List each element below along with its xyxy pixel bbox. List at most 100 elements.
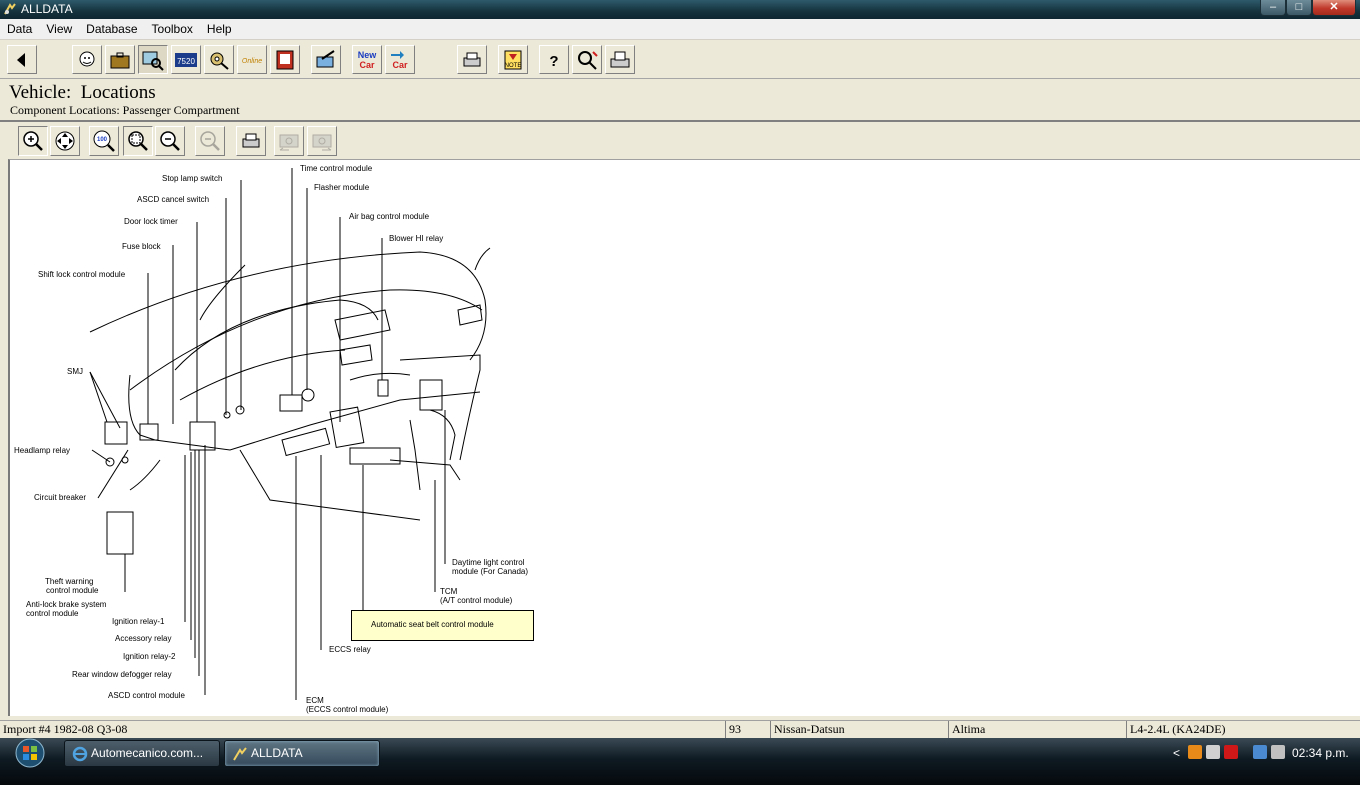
clock[interactable]: 02:34 p.m. xyxy=(1292,746,1349,760)
page-subtitle: Component Locations: Passenger Compartme… xyxy=(10,103,240,117)
note-icon: NOTE xyxy=(504,50,522,69)
tray-expand-icon[interactable]: < xyxy=(1173,746,1180,760)
page-title-prefix: Vehicle: xyxy=(9,82,72,103)
menu-help[interactable]: Help xyxy=(200,22,239,36)
label-abs-2: control module xyxy=(26,609,79,618)
restore-button[interactable]: □ xyxy=(1286,0,1312,16)
label-ignition-relay-2: Ignition relay-2 xyxy=(123,652,176,661)
label-eccs-relay: ECCS relay xyxy=(329,645,371,654)
return-car-button[interactable]: Car xyxy=(385,45,415,74)
menu-data[interactable]: Data xyxy=(0,22,39,36)
label-ascd-control-module: ASCD control module xyxy=(108,691,185,700)
next-image-button[interactable] xyxy=(307,126,337,156)
taskbar-item-label: Automecanico.com... xyxy=(91,746,204,760)
taskbar-item-browser[interactable]: Automecanico.com... xyxy=(64,740,220,767)
alldata-app-icon xyxy=(4,3,16,15)
tsb-button[interactable]: 7520 xyxy=(171,45,201,74)
new-car-top-label: New xyxy=(358,50,378,60)
book-button[interactable] xyxy=(270,45,300,74)
internet-explorer-icon xyxy=(72,746,88,762)
label-blower-hi-relay: Blower HI relay xyxy=(389,234,444,243)
alldata-window: ALLDATA – □ ✕ Data View Database Toolbox… xyxy=(0,0,1360,785)
online-button[interactable]: Online xyxy=(237,45,267,74)
highlighted-callout[interactable]: Automatic seat belt control module xyxy=(351,610,534,641)
status-model: Altima xyxy=(948,721,1126,739)
minimize-button[interactable]: – xyxy=(1260,0,1286,16)
prev-image-button[interactable] xyxy=(274,126,304,156)
new-car-button[interactable]: New Car xyxy=(352,45,382,74)
specifications-button[interactable] xyxy=(204,45,234,74)
label-theft-warning-1: Theft warning xyxy=(45,577,94,586)
menu-bar: Data View Database Toolbox Help xyxy=(0,19,1360,40)
pan-button[interactable] xyxy=(50,126,80,156)
title-bar: ALLDATA – □ ✕ xyxy=(0,0,1360,19)
zoom-fit-icon xyxy=(128,131,148,151)
close-button[interactable]: ✕ xyxy=(1312,0,1356,16)
printer-icon xyxy=(463,52,481,66)
volume-icon[interactable] xyxy=(1271,745,1285,759)
network-icon[interactable] xyxy=(1253,745,1267,759)
menu-toolbox[interactable]: Toolbox xyxy=(145,22,200,36)
status-import: Import #4 1982-08 Q3-08 xyxy=(3,722,128,736)
image-toolbar: 100 xyxy=(8,124,1360,159)
locate-icon xyxy=(142,51,164,71)
status-bar: Import #4 1982-08 Q3-08 93 Nissan-Datsun… xyxy=(0,720,1360,739)
menu-database[interactable]: Database xyxy=(79,22,144,36)
meter-pen-icon xyxy=(316,49,335,67)
label-smj: SMJ xyxy=(67,367,83,376)
diagram-viewport[interactable]: Time control module Stop lamp switch Fla… xyxy=(8,159,1360,716)
image-print-button[interactable] xyxy=(236,126,266,156)
help-button[interactable]: ? xyxy=(539,45,569,74)
label-shift-lock-control-module: Shift lock control module xyxy=(38,270,126,279)
label-flasher-module: Flasher module xyxy=(314,183,370,192)
start-button[interactable] xyxy=(9,738,51,769)
taskbar-item-alldata[interactable]: ALLDATA xyxy=(224,740,380,767)
vehicle-id-button[interactable] xyxy=(72,45,102,74)
help-icon: ? xyxy=(549,53,558,70)
label-headlamp-relay: Headlamp relay xyxy=(14,446,71,455)
taskbar-item-label: ALLDATA xyxy=(251,746,303,760)
fax-button[interactable] xyxy=(605,45,635,74)
label-ecm-2: (ECCS control module) xyxy=(306,705,389,714)
zoom-out-icon xyxy=(160,131,180,151)
status-engine: L4-2.4L (KA24DE) xyxy=(1126,721,1360,739)
zoom-fit-button[interactable] xyxy=(123,126,153,156)
zoom-out-disabled-button[interactable] xyxy=(195,126,225,156)
online-label: Online xyxy=(242,58,262,65)
zoom-100-button[interactable]: 100 xyxy=(89,126,119,156)
component-locations-button[interactable] xyxy=(138,45,168,74)
window-controls: – □ ✕ xyxy=(1260,0,1356,17)
menu-view[interactable]: View xyxy=(39,22,79,36)
label-tcm-2: (A/T control module) xyxy=(440,596,513,605)
tsb-label: 7520 xyxy=(177,57,195,66)
note-button[interactable]: NOTE xyxy=(498,45,528,74)
users-icon[interactable] xyxy=(1206,745,1220,759)
label-fuse-block: Fuse block xyxy=(122,242,161,251)
toolbox-icon xyxy=(110,52,130,68)
zoom-out-button[interactable] xyxy=(155,126,185,156)
tsb-7520-icon: 7520 xyxy=(175,52,197,67)
toolbox-button[interactable] xyxy=(105,45,135,74)
label-abs-1: Anti-lock brake system xyxy=(26,600,107,609)
label-ascd-cancel-switch: ASCD cancel switch xyxy=(137,195,210,204)
back-button[interactable] xyxy=(7,45,37,74)
search-icon xyxy=(578,50,598,70)
window-title: ALLDATA xyxy=(21,2,73,16)
alldata-app-icon xyxy=(233,747,247,761)
java-icon[interactable] xyxy=(1188,745,1202,759)
label-accessory-relay: Accessory relay xyxy=(115,634,172,643)
label-daytime-light-1: Daytime light control xyxy=(452,558,525,567)
label-automatic-seat-belt-control-module: Automatic seat belt control module xyxy=(371,620,494,629)
status-code: 93 xyxy=(725,721,770,739)
label-ecm-1: ECM xyxy=(306,696,324,705)
label-theft-warning-2: control module xyxy=(46,586,99,595)
label-rear-window-defogger-relay: Rear window defogger relay xyxy=(72,670,172,679)
print-button[interactable] xyxy=(457,45,487,74)
zoom-in-button[interactable] xyxy=(18,126,48,156)
search-button[interactable] xyxy=(572,45,602,74)
mechanic-icon xyxy=(79,51,95,66)
component-tests-button[interactable] xyxy=(311,45,341,74)
taskbar: Automecanico.com... ALLDATA < 02:34 p.m. xyxy=(0,738,1360,785)
mcafee-icon[interactable] xyxy=(1224,745,1238,759)
label-time-control-module: Time control module xyxy=(300,164,373,173)
